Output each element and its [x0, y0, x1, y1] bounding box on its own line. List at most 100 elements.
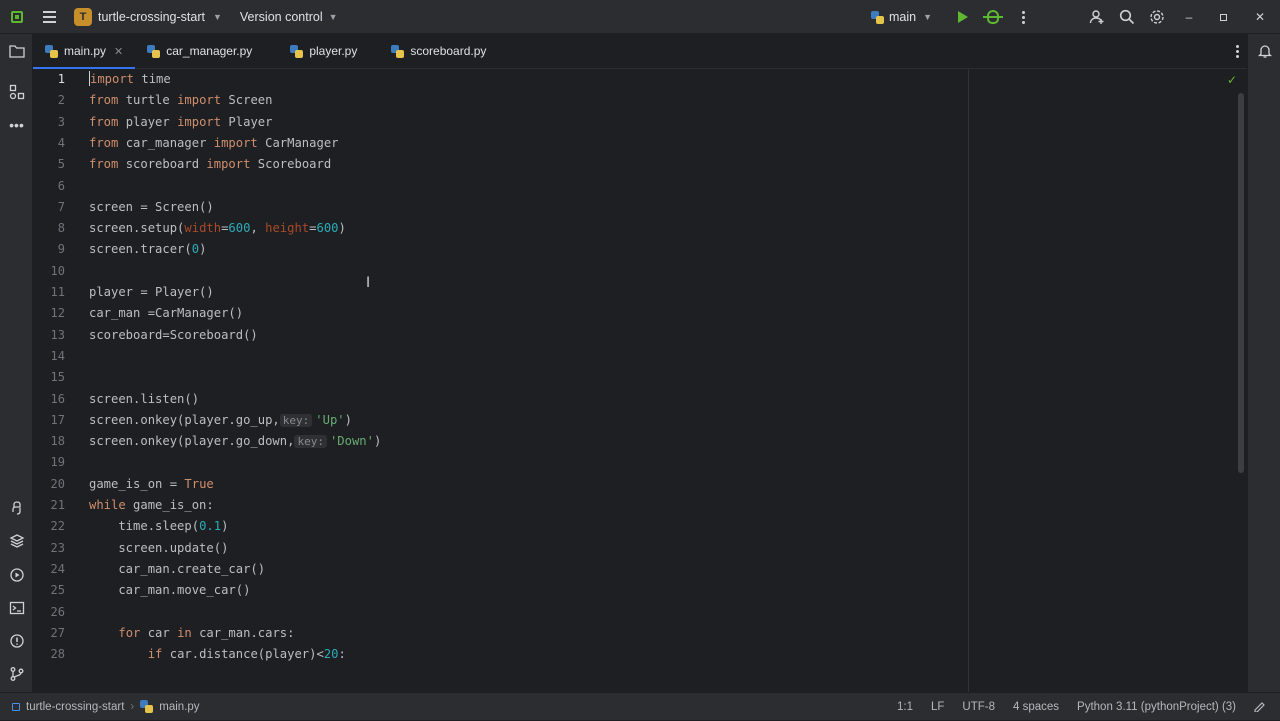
- version-control-menu[interactable]: Version control ▼: [240, 10, 338, 24]
- python-interpreter[interactable]: Python 3.11 (pythonProject) (3): [1068, 701, 1245, 713]
- line-number: 28: [50, 647, 65, 662]
- code-line-25: car_man.move_car(): [89, 583, 251, 598]
- code-text: screen.onkey(player.go_down,: [89, 434, 295, 449]
- line-separator[interactable]: LF: [922, 701, 953, 713]
- project-tool-button[interactable]: [0, 36, 33, 66]
- code-line-4: from car_manager import CarManager: [89, 133, 339, 154]
- version-control-label: Version control: [239, 9, 323, 24]
- breadcrumb-file[interactable]: main.py: [159, 701, 199, 713]
- editor-vertical-scrollbar[interactable]: [1233, 69, 1247, 692]
- project-selector[interactable]: T turtle-crossing-start ▼: [74, 7, 222, 26]
- tab-label: scoreboard.py: [410, 44, 487, 58]
- terminal-tool-button[interactable]: [0, 593, 33, 623]
- more-tool-windows-button[interactable]: •••: [0, 110, 33, 140]
- problems-tool-button[interactable]: [0, 626, 33, 656]
- chevron-down-icon: ▼: [212, 11, 222, 22]
- lock-icon[interactable]: [1245, 700, 1280, 715]
- layers-tool-button[interactable]: [0, 526, 33, 556]
- code-line-16: screen.listen(): [89, 391, 200, 406]
- structure-tool-button[interactable]: [0, 77, 33, 107]
- parameter: height: [265, 221, 310, 236]
- editor-tabs: main.py ✕ car_manager.py player.py score…: [33, 34, 1247, 69]
- search-button[interactable]: [1112, 0, 1142, 34]
- line-number: 3: [57, 114, 65, 129]
- code-line-23: screen.update(): [89, 540, 229, 555]
- breadcrumb-project[interactable]: turtle-crossing-start: [26, 701, 124, 713]
- run-config-label: main: [888, 10, 917, 24]
- code-line-21: while game_is_on:: [89, 495, 214, 516]
- code-text: Screen: [221, 93, 273, 108]
- maximize-icon: [1219, 13, 1227, 21]
- settings-button[interactable]: [1142, 0, 1172, 34]
- number: 20: [323, 647, 339, 662]
- code-text: car_man.cars:: [191, 625, 295, 640]
- terminal-icon: [9, 601, 24, 615]
- line-number: 9: [57, 242, 65, 257]
- code-text: ): [344, 412, 352, 427]
- code-editor[interactable]: 1 2 3 4 5 6 7 8 9 10 11 12 13 14 15 16 17 18 19 20 21 22 23 24 2…: [33, 69, 1247, 692]
- tab-main-py[interactable]: main.py ✕: [33, 34, 136, 69]
- file-encoding[interactable]: UTF-8: [953, 701, 1004, 713]
- search-icon: [1119, 9, 1135, 25]
- close-button[interactable]: ✕: [1240, 0, 1280, 34]
- line-number: 1: [57, 72, 65, 86]
- python-console-icon: [11, 501, 21, 515]
- tab-actions-button[interactable]: [1236, 34, 1239, 69]
- tab-scoreboard-py[interactable]: scoreboard.py: [379, 34, 498, 68]
- more-actions-button[interactable]: [1008, 0, 1038, 34]
- run-configuration-selector[interactable]: main ▼: [870, 10, 932, 24]
- parameter-hint: key:: [294, 435, 327, 449]
- line-number: 4: [57, 135, 65, 150]
- tab-player-py[interactable]: player.py: [278, 34, 369, 68]
- right-tool-window-bar: [1247, 34, 1280, 692]
- code-with-me-button[interactable]: [1082, 0, 1112, 34]
- maximize-button[interactable]: [1206, 0, 1240, 34]
- structure-icon: [9, 84, 24, 100]
- line-number-gutter: 1 2 3 4 5 6 7 8 9 10 11 12 13 14 15 16 17 18 19 20 21 22 23 24 2…: [33, 69, 83, 692]
- code-text: ): [221, 519, 229, 534]
- python-icon: [870, 10, 884, 24]
- code-area[interactable]: import time from turtle import Screen fr…: [89, 69, 1247, 687]
- close-icon[interactable]: ✕: [114, 45, 123, 58]
- keyword: import: [177, 93, 222, 108]
- code-line-22: time.sleep(0.1): [89, 516, 228, 537]
- bell-icon: [1257, 45, 1272, 58]
- code-line-11: player = Player(): [89, 285, 214, 299]
- app-logo-icon[interactable]: [0, 0, 34, 34]
- minimize-button[interactable]: –: [1172, 0, 1206, 34]
- indentation[interactable]: 4 spaces: [1004, 701, 1068, 713]
- services-tool-button[interactable]: [0, 560, 33, 590]
- line-number: 27: [50, 625, 65, 640]
- code-line-13: scoreboard=Scoreboard(): [89, 327, 258, 342]
- notifications-button[interactable]: [1248, 36, 1280, 66]
- tab-label: player.py: [309, 44, 358, 58]
- python-packages-tool-button[interactable]: [0, 493, 33, 523]
- line-number: 15: [50, 370, 65, 385]
- python-file-icon: [391, 44, 405, 58]
- scrollbar-thumb[interactable]: [1238, 93, 1244, 473]
- parameter: width: [184, 221, 222, 236]
- breadcrumb: turtle-crossing-start › main.py: [12, 700, 200, 713]
- parameter-hint: key:: [279, 413, 313, 427]
- line-number: 22: [50, 519, 65, 534]
- code-line-8: screen.setup(width=600, height=600): [89, 218, 346, 239]
- keyword: import: [213, 135, 258, 150]
- chevron-right-icon: ›: [130, 700, 135, 713]
- run-button[interactable]: [948, 0, 978, 34]
- module-icon: [12, 702, 20, 711]
- code-line-7: screen = Screen(): [89, 199, 214, 214]
- code-text: :: [338, 647, 346, 662]
- keyword: import: [90, 72, 135, 86]
- code-text: =: [309, 221, 317, 236]
- git-tool-button[interactable]: [0, 659, 33, 689]
- tab-car-manager-py[interactable]: car_manager.py: [135, 34, 264, 68]
- line-number: 21: [50, 498, 65, 512]
- title-bar: T turtle-crossing-start ▼ Version contro…: [0, 0, 1280, 34]
- debug-button[interactable]: [978, 0, 1008, 34]
- chevron-down-icon: ▼: [923, 12, 932, 22]
- chevron-down-icon: ▼: [328, 11, 338, 22]
- line-number: 23: [50, 540, 65, 555]
- caret-position[interactable]: 1:1: [888, 701, 922, 713]
- string: 'Up': [315, 412, 345, 427]
- hamburger-menu-icon[interactable]: [34, 0, 64, 34]
